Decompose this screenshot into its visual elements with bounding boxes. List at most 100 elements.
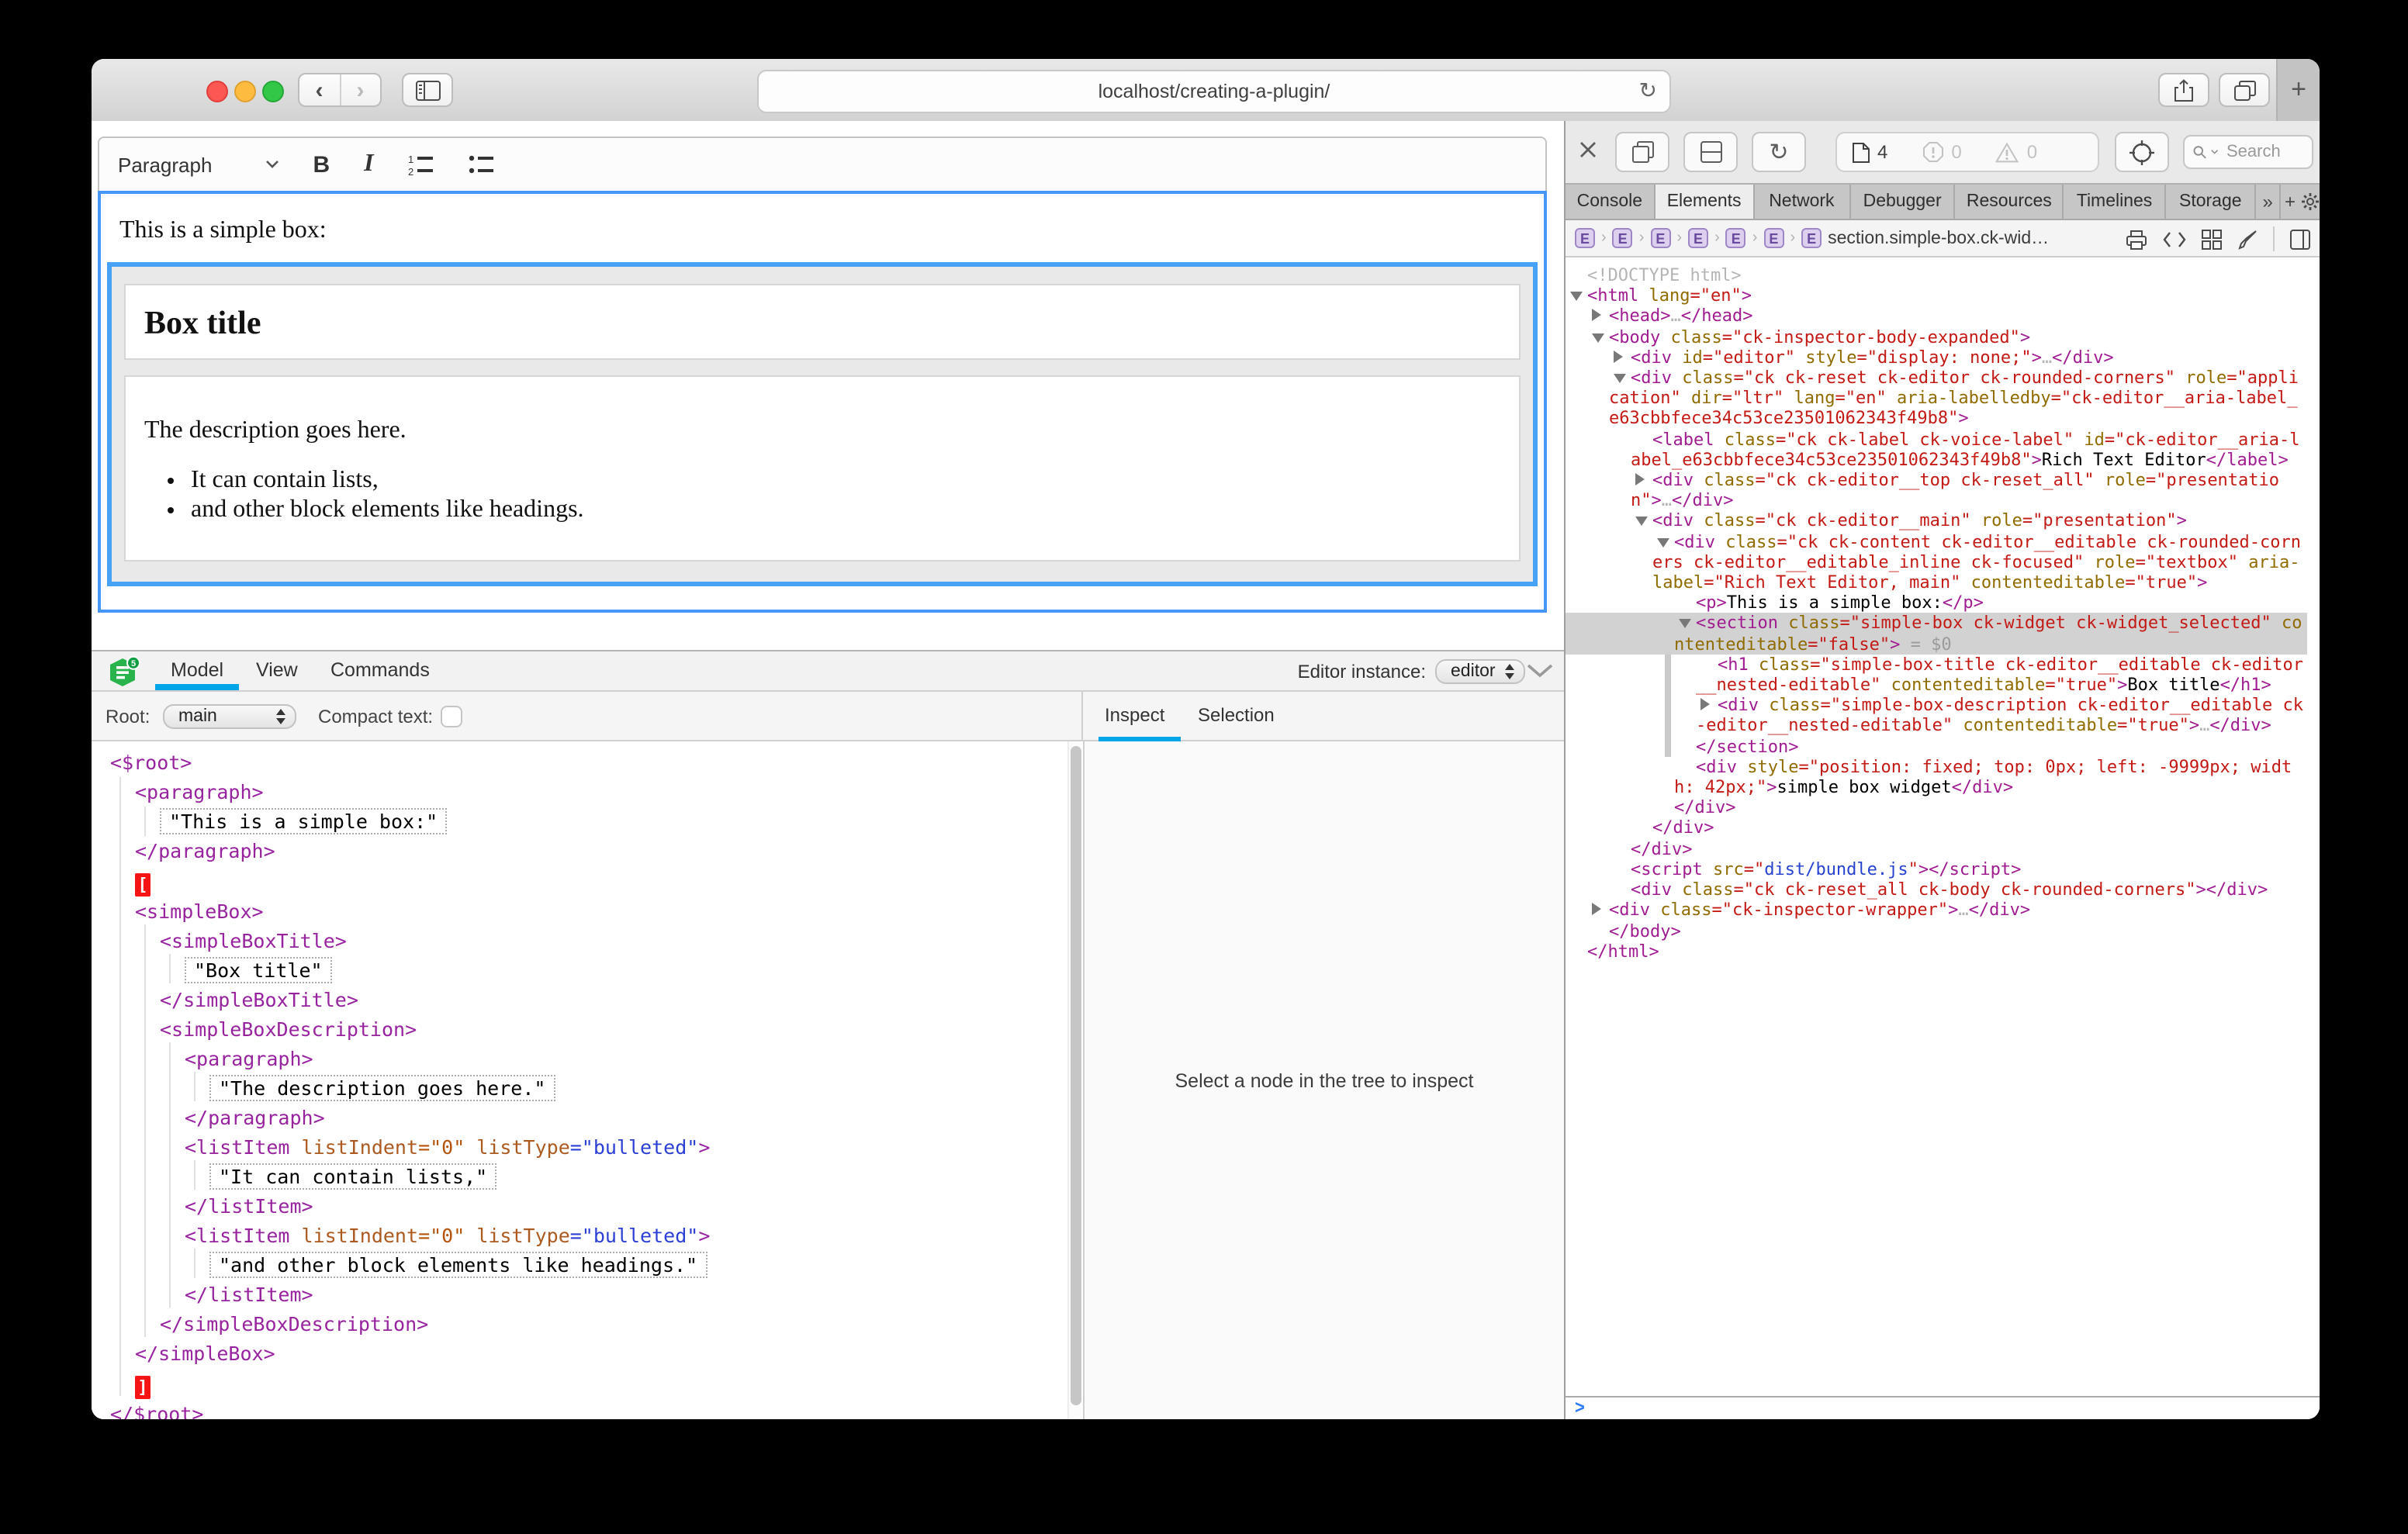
- tab-inspect[interactable]: Inspect: [1105, 692, 1164, 741]
- dom-tree-line[interactable]: <html lang="en">: [1566, 285, 2307, 306]
- dom-tree-line[interactable]: <div id="editor" style="display: none;">…: [1566, 347, 2307, 368]
- intro-paragraph[interactable]: This is a simple box:: [119, 217, 1544, 245]
- model-text-node[interactable]: "Box title": [185, 957, 332, 983]
- model-tree-line[interactable]: </simpleBoxDescription>: [92, 1309, 1067, 1339]
- dom-tree-line[interactable]: <head>…</head>: [1566, 306, 2307, 326]
- dock-side-button[interactable]: [1615, 132, 1669, 172]
- dom-tree-line[interactable]: <script src="dist/bundle.js"></script>: [1566, 859, 2307, 879]
- zoom-window-button[interactable]: [262, 81, 284, 102]
- model-tree-line[interactable]: </listItem>: [92, 1280, 1067, 1309]
- model-tree-scrollbar[interactable]: [1067, 741, 1081, 1419]
- dom-tree-line-selected[interactable]: <section class="simple-box ck-widget ck-…: [1566, 613, 2307, 655]
- simple-box-title[interactable]: Box title: [124, 284, 1521, 360]
- breadcrumb-element-badge[interactable]: E: [1726, 228, 1746, 248]
- breadcrumb-selected-node[interactable]: section.simple-box.ck-wid…: [1828, 229, 2049, 247]
- disclosure-closed-icon[interactable]: [1635, 473, 1645, 485]
- grid-overlay-icon[interactable]: [2202, 229, 2222, 249]
- editor-instance-select[interactable]: editor: [1435, 659, 1525, 684]
- simple-box-widget[interactable]: Box title The description goes here. It …: [107, 262, 1538, 586]
- devtools-settings-button[interactable]: [2299, 185, 2320, 219]
- disclosure-closed-icon[interactable]: [1614, 351, 1623, 363]
- disclosure-open-icon[interactable]: [1635, 517, 1648, 527]
- search-input[interactable]: [2223, 141, 2304, 163]
- disclosure-closed-icon[interactable]: [1700, 699, 1710, 711]
- minimize-window-button[interactable]: [234, 81, 256, 102]
- dom-tree-line[interactable]: </body>: [1566, 921, 2307, 941]
- model-tree-line[interactable]: <simpleBoxDescription>: [92, 1014, 1067, 1044]
- add-tab-button[interactable]: +: [2281, 185, 2299, 219]
- close-window-button[interactable]: [206, 81, 228, 102]
- resource-status-pill[interactable]: 4 0 0: [1835, 132, 2099, 172]
- disclosure-open-icon[interactable]: [1679, 620, 1691, 629]
- model-tree-line[interactable]: <listItem listIndent="0" listType="bulle…: [92, 1221, 1067, 1250]
- scrollbar-thumb[interactable]: [1071, 746, 1081, 1405]
- model-tree-line[interactable]: <paragraph>: [92, 1044, 1067, 1073]
- devtools-tab-network[interactable]: Network: [1755, 185, 1851, 219]
- dom-tree-line[interactable]: <div class="simple-box-description ck-ed…: [1671, 696, 2307, 737]
- dom-tree-line[interactable]: <div class="ck ck-content ck-editor__edi…: [1566, 531, 2307, 593]
- model-text-node[interactable]: "It can contain lists,": [209, 1163, 496, 1190]
- simple-box-description[interactable]: The description goes here. It can contai…: [124, 375, 1521, 561]
- dom-tree-line[interactable]: <label class="ck ck-label ck-voice-label…: [1566, 429, 2307, 470]
- model-tree-line[interactable]: </simpleBox>: [92, 1339, 1067, 1368]
- model-text-node[interactable]: "This is a simple box:": [160, 808, 447, 834]
- dom-tree-line[interactable]: </div>: [1566, 818, 2307, 838]
- dom-tree-line[interactable]: <div class="ck ck-reset ck-editor ck-rou…: [1566, 368, 2307, 429]
- collapse-inspector-button[interactable]: [1527, 664, 1553, 678]
- devtools-tab-elements[interactable]: Elements: [1656, 185, 1755, 219]
- breadcrumb-element-badge[interactable]: E: [1763, 228, 1784, 248]
- back-button[interactable]: ‹: [299, 74, 339, 105]
- details-sidebar-icon[interactable]: [2290, 229, 2310, 249]
- new-tab-button[interactable]: +: [2276, 59, 2320, 121]
- sidebar-toggle-button[interactable]: [402, 73, 453, 107]
- dom-tree-line[interactable]: <div class="ck-inspector-wrapper">…</div…: [1566, 900, 2307, 921]
- dom-tree-line[interactable]: </div>: [1566, 798, 2307, 818]
- dom-tree-line[interactable]: <body class="ck-inspector-body-expanded"…: [1566, 326, 2307, 347]
- model-tree-line[interactable]: </listItem>: [92, 1191, 1067, 1221]
- disclosure-open-icon[interactable]: [1592, 333, 1604, 342]
- model-text-node[interactable]: "The description goes here.": [209, 1075, 555, 1101]
- description-paragraph[interactable]: The description goes here.: [144, 417, 1500, 445]
- model-tree-line[interactable]: "The description goes here.": [92, 1073, 1067, 1103]
- disclosure-closed-icon[interactable]: [1592, 903, 1601, 916]
- dom-tree-line[interactable]: </div>: [1566, 838, 2307, 859]
- breadcrumb-element-badge[interactable]: E: [1801, 228, 1822, 248]
- reload-icon[interactable]: ↻: [1639, 78, 1657, 104]
- paragraph-dropdown[interactable]: Paragraph: [118, 153, 279, 176]
- print-icon[interactable]: [2126, 229, 2147, 249]
- breadcrumb-element-badge[interactable]: E: [1575, 228, 1595, 248]
- element-picker-button[interactable]: [2115, 132, 2169, 172]
- list-item[interactable]: and other block elements like headings.: [191, 495, 1500, 524]
- model-tree-line[interactable]: "It can contain lists,": [92, 1162, 1067, 1191]
- model-tree-line[interactable]: <listItem listIndent="0" listType="bulle…: [92, 1132, 1067, 1162]
- tab-view[interactable]: View: [256, 651, 298, 692]
- devtools-tab-console[interactable]: Console: [1566, 185, 1656, 219]
- tab-selection[interactable]: Selection: [1198, 692, 1275, 741]
- split-console-button[interactable]: [1683, 132, 1738, 172]
- model-tree-line[interactable]: <simpleBox>: [92, 897, 1067, 926]
- tabs-overflow-button[interactable]: »: [2256, 185, 2281, 219]
- quick-console[interactable]: >: [1566, 1396, 2320, 1419]
- disclosure-open-icon[interactable]: [1657, 537, 1669, 547]
- model-tree-line[interactable]: </simpleBoxTitle>: [92, 985, 1067, 1014]
- devtools-search-field[interactable]: [2183, 135, 2313, 169]
- model-tree-line[interactable]: </$root>: [92, 1399, 1067, 1419]
- dom-tree-line[interactable]: <h1 class="simple-box-title ck-editor__e…: [1671, 655, 2307, 696]
- disclosure-open-icon[interactable]: [1570, 292, 1583, 301]
- styles-brush-icon[interactable]: [2237, 229, 2258, 249]
- model-tree-line[interactable]: "and other block elements like headings.…: [92, 1250, 1067, 1280]
- dom-tree-line[interactable]: <div class="ck ck-editor__top ck-reset_a…: [1566, 470, 2307, 511]
- reload-page-button[interactable]: ↻: [1752, 132, 1806, 172]
- address-bar[interactable]: localhost/creating-a-plugin/ ↻: [757, 70, 1671, 113]
- dom-tree-line[interactable]: <!DOCTYPE html>: [1566, 265, 2307, 285]
- dom-tree-line[interactable]: <div class="ck ck-reset_all ck-body ck-r…: [1566, 879, 2307, 900]
- model-text-node[interactable]: "and other block elements like headings.…: [209, 1252, 707, 1278]
- breadcrumb-element-badge[interactable]: E: [1650, 228, 1670, 248]
- source-code-icon[interactable]: [2163, 230, 2186, 247]
- compact-text-checkbox[interactable]: [441, 706, 462, 727]
- model-tree-line[interactable]: "Box title": [92, 955, 1067, 985]
- dom-tree-line[interactable]: </html>: [1566, 941, 2307, 961]
- disclosure-open-icon[interactable]: [1614, 374, 1626, 383]
- model-tree-line[interactable]: <simpleBoxTitle>: [92, 926, 1067, 955]
- share-button[interactable]: [2158, 73, 2209, 107]
